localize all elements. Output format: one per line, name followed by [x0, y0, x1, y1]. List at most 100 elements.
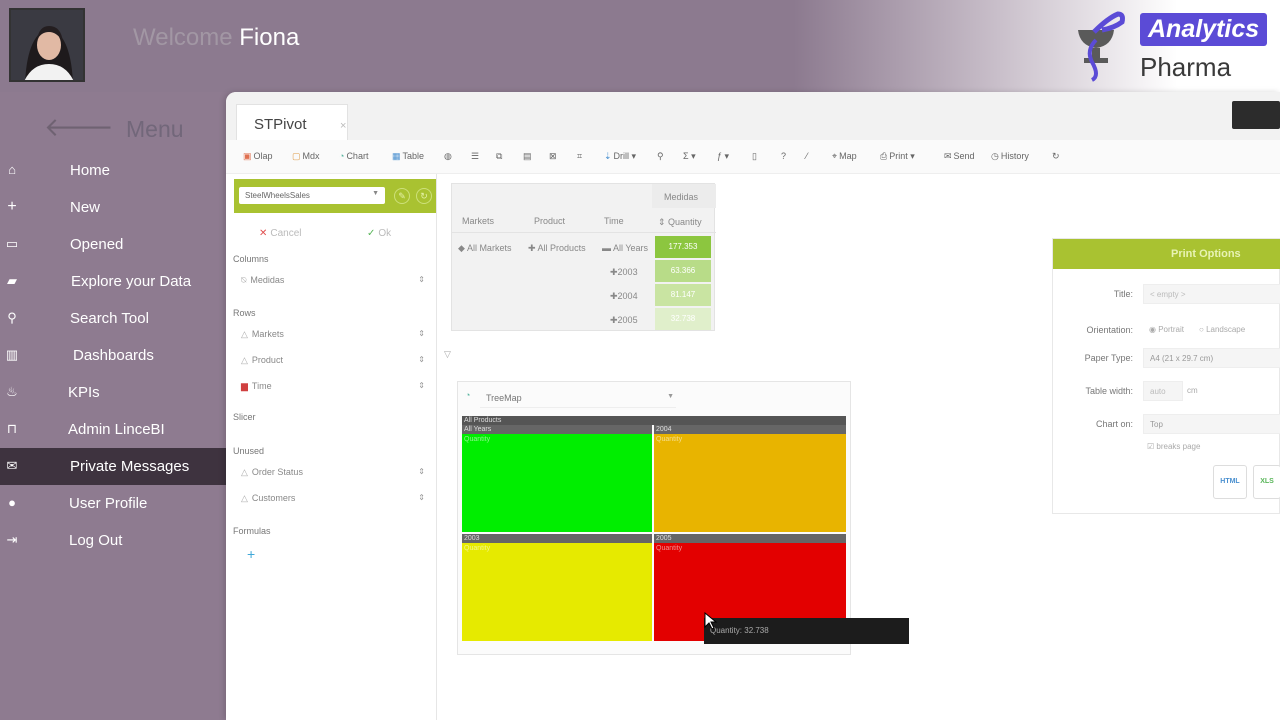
row-year-2004[interactable]: ✚2004 [610, 291, 638, 302]
sort-arrows-icon[interactable]: ⇕ [418, 355, 425, 364]
expand-icon: ✚ [528, 243, 538, 253]
row-year-2005[interactable]: ✚2005 [610, 315, 638, 326]
globe-icon[interactable]: ◍ [444, 151, 452, 162]
sidebar-item-dashboards[interactable]: ▥ Dashboards [0, 337, 226, 374]
refresh-icon[interactable]: ↻ [1052, 151, 1060, 162]
save-icon[interactable] [1232, 101, 1280, 129]
breaks-page-checkbox[interactable]: ☑ breaks page [1147, 442, 1200, 451]
sidebar-item-new[interactable]: + New [0, 189, 226, 226]
col-header-markets[interactable]: Markets [462, 216, 494, 226]
document-icon[interactable]: ▯ [752, 151, 757, 162]
col-header-time[interactable]: Time [604, 216, 624, 226]
sidebar-item-explore[interactable]: ▰ Explore your Data [0, 263, 226, 300]
col-header-quantity[interactable]: ⇕ Quantity [658, 217, 702, 228]
sort-arrows-icon[interactable]: ⇕ [418, 381, 425, 390]
swap-icon[interactable]: ⧉ [496, 151, 502, 162]
sidebar-item-opened[interactable]: ▭ Opened [0, 226, 226, 263]
table-width-input[interactable]: auto [1143, 381, 1183, 401]
sort-arrows-icon[interactable]: ⇕ [418, 275, 425, 284]
sidebar-item-home[interactable]: ⌂ Home [0, 152, 226, 189]
olap-button[interactable]: ▣ Olap [243, 151, 273, 162]
field-product[interactable]: △ Product ⇕ [241, 355, 425, 371]
edit-icon[interactable]: ✎ [394, 188, 410, 204]
drill-icon: ⇣ [604, 151, 612, 161]
ok-button[interactable]: ✓ Ok [367, 228, 391, 239]
field-markets[interactable]: △ Markets ⇕ [241, 329, 425, 345]
zoom-icon[interactable]: ⚲ [657, 151, 664, 162]
chart-button[interactable]: ◔ Chart [339, 151, 368, 161]
table-label: Table [402, 151, 425, 161]
export-xls-button[interactable]: XLS [1253, 465, 1280, 499]
field-order-status[interactable]: △ Order Status ⇕ [241, 467, 425, 483]
clock-icon: ◷ [991, 151, 999, 161]
export-html-button[interactable]: HTML [1213, 465, 1247, 499]
field-medidas[interactable]: ⍉ Medidas ⇕ [241, 275, 425, 291]
filter-icon[interactable]: ▽ [444, 349, 451, 360]
history-button[interactable]: ◷ History [991, 151, 1029, 162]
calc-icon[interactable]: ▤ [523, 151, 532, 162]
wand-icon[interactable]: ⁄ [806, 151, 808, 161]
landscape-radio[interactable]: ○ Landscape [1199, 325, 1245, 334]
sign-out-icon: ⇥ [6, 532, 18, 547]
cube-select[interactable]: SteelWheelsSales ▼ [239, 187, 385, 204]
landscape-label: Landscape [1206, 325, 1246, 334]
back-arrow-icon[interactable]: 🡐 [44, 112, 114, 143]
table-button[interactable]: ▦ Table [392, 151, 424, 162]
list-icon[interactable]: ☰ [471, 151, 479, 162]
avatar[interactable] [9, 8, 85, 82]
chart-type-select[interactable]: TreeMap ▼ [480, 386, 676, 408]
portrait-radio[interactable]: ◉ Portrait [1149, 325, 1184, 334]
row-all-markets[interactable]: ◆ All Markets [458, 243, 511, 254]
sort-arrows-icon[interactable]: ⇕ [418, 467, 425, 476]
treemap-cell-2004[interactable]: Quantity [654, 434, 846, 532]
close-icon: ✕ [259, 228, 268, 239]
section-slicer: Slicer [233, 412, 256, 422]
value-total[interactable]: 177.353 [655, 236, 711, 258]
treemap-cell-all-years[interactable]: Quantity [462, 434, 652, 532]
hide-empty-icon[interactable]: ⊠ [549, 151, 557, 162]
map-button[interactable]: ⌖ Map [832, 151, 857, 162]
mouse-cursor-icon [704, 612, 718, 630]
sort-arrows-icon[interactable]: ⇕ [418, 493, 425, 502]
sidebar-item-search-tool[interactable]: ⚲ Search Tool [0, 300, 226, 337]
cancel-button[interactable]: ✕ Cancel [259, 228, 302, 239]
mdx-button[interactable]: ▢ Mdx [292, 151, 320, 162]
expand-icon: ✚ [610, 291, 618, 301]
sort-arrows-icon[interactable]: ⇕ [418, 329, 425, 338]
col-header-product[interactable]: Product [534, 216, 565, 226]
tab-stpivot[interactable]: STPivot × [236, 104, 348, 140]
row-year-2003[interactable]: ✚2003 [610, 267, 638, 278]
value-2003[interactable]: 63.366 [655, 260, 711, 282]
title-input[interactable]: < empty > [1143, 284, 1280, 304]
row-label: 2003 [617, 267, 638, 277]
treemap-cell-2003[interactable]: Quantity [462, 543, 652, 641]
print-button[interactable]: ⎙ Print ▾ [880, 151, 915, 162]
sidebar-item-log-out[interactable]: ⇥ Log Out [0, 522, 226, 559]
sidebar-item-admin-lincebi[interactable]: ⊓ Admin LinceBI [0, 411, 226, 448]
help-icon[interactable]: ? [781, 151, 786, 161]
value-2004[interactable]: 81.147 [655, 284, 711, 306]
paper-type-select[interactable]: A4 (21 x 29.7 cm) [1143, 348, 1280, 368]
row-all-products[interactable]: ✚ All Products [528, 243, 586, 254]
field-label: Order Status [251, 467, 303, 477]
chart-on-select[interactable]: Top [1143, 414, 1280, 434]
crop-icon[interactable]: ⌗ [577, 151, 582, 162]
mdx-icon: ▢ [292, 151, 301, 161]
sidebar-item-user-profile[interactable]: ● User Profile [0, 485, 226, 522]
send-button[interactable]: ✉ Send [944, 151, 975, 162]
sidebar-item-kpis[interactable]: ♨ KPIs [0, 374, 226, 411]
value-2005[interactable]: 32.738 [655, 308, 711, 330]
user-name: Fiona [239, 24, 300, 51]
sum-icon[interactable]: Σ ▾ [683, 151, 696, 162]
refresh-icon[interactable]: ↻ [416, 188, 432, 204]
field-customers[interactable]: △ Customers ⇕ [241, 493, 425, 509]
close-icon[interactable]: × [340, 120, 346, 132]
field-time[interactable]: ▆ Time ⇕ [241, 381, 425, 397]
function-icon[interactable]: ƒ ▾ [717, 151, 729, 162]
add-formula-icon[interactable]: + [247, 546, 255, 562]
sidebar-item-private-messages[interactable]: ✉ Private Messages [0, 448, 226, 485]
row-all-years[interactable]: ▬ All Years [602, 243, 648, 253]
dimension-icon: △ [241, 493, 248, 503]
mortar-pestle-icon [1078, 11, 1125, 82]
drill-button[interactable]: ⇣ Drill ▾ [604, 151, 636, 162]
